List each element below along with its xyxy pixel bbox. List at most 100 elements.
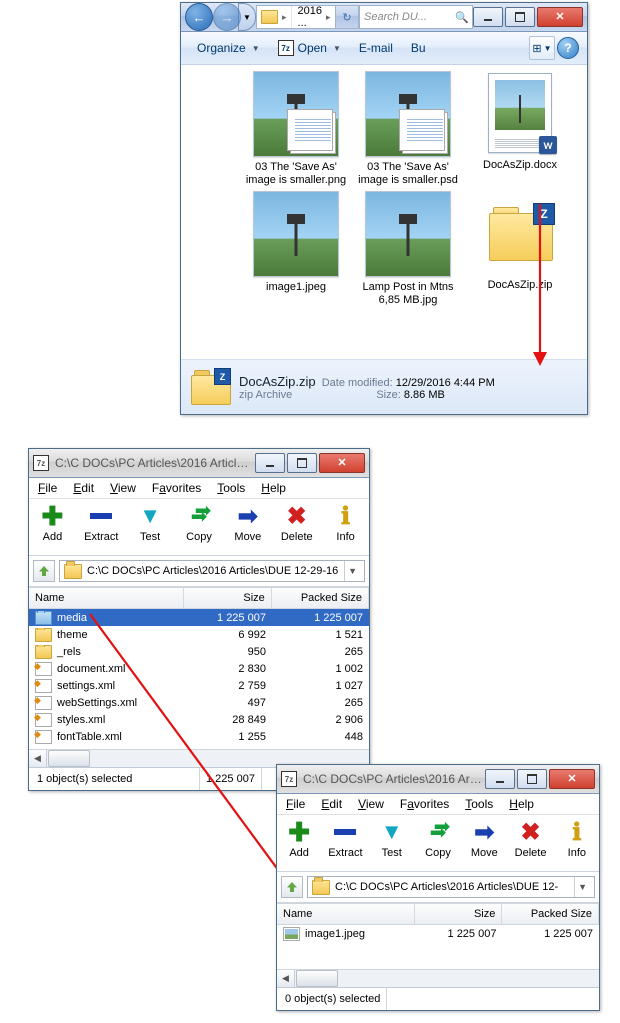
path-dropdown-icon[interactable]: ▼ bbox=[574, 877, 590, 897]
menu-help[interactable]: Help bbox=[502, 795, 541, 813]
modified-label: Date modified: bbox=[322, 377, 393, 389]
nav-forward-button[interactable]: → bbox=[213, 3, 241, 31]
close-button[interactable] bbox=[537, 7, 583, 27]
col-size[interactable]: Size bbox=[415, 904, 503, 924]
col-name[interactable]: Name bbox=[29, 588, 184, 608]
extract-button[interactable]: Extract bbox=[80, 503, 123, 543]
file-label: image1.jpeg bbox=[266, 281, 326, 293]
menu-tools[interactable]: Tools bbox=[210, 479, 252, 497]
col-packed[interactable]: Packed Size bbox=[272, 588, 369, 608]
move-button[interactable]: Move bbox=[464, 819, 504, 859]
menu-help[interactable]: Help bbox=[254, 479, 293, 497]
delete-button[interactable]: Delete bbox=[275, 503, 318, 543]
help-button[interactable]: ? bbox=[557, 37, 579, 59]
view-options-button[interactable]: ⊞▼ bbox=[529, 36, 555, 60]
maximize-button[interactable] bbox=[287, 453, 317, 473]
explorer-titlebar[interactable]: ← → ▼ ▸ 2016 ...▸ DUE 12-29-16 PC\▾ ↻ Se… bbox=[181, 3, 587, 32]
copy-button[interactable]: Copy bbox=[178, 503, 221, 543]
word-icon: W bbox=[539, 136, 557, 154]
menu-file[interactable]: File bbox=[279, 795, 312, 813]
test-button[interactable]: Test bbox=[372, 819, 412, 859]
col-name[interactable]: Name bbox=[277, 904, 415, 924]
xml-file-icon bbox=[35, 679, 52, 693]
horizontal-scrollbar[interactable]: ◀ bbox=[277, 969, 599, 987]
menu-view[interactable]: View bbox=[103, 479, 143, 497]
search-input[interactable]: Search DU... 🔍 bbox=[359, 5, 473, 29]
add-button[interactable]: Add bbox=[31, 503, 74, 543]
file-item[interactable]: W DocAsZip.docx bbox=[467, 71, 573, 187]
window-title: C:\C DOCs\PC Articles\2016 Articles\D... bbox=[55, 456, 255, 470]
file-item[interactable]: Z DocAsZip.zip bbox=[467, 191, 573, 307]
7zip-a-titlebar[interactable]: 7z C:\C DOCs\PC Articles\2016 Articles\D… bbox=[29, 449, 369, 478]
menu-tools[interactable]: Tools bbox=[458, 795, 500, 813]
menu-favorites[interactable]: Favorites bbox=[393, 795, 456, 813]
status-selected-count: 0 object(s) selected bbox=[279, 988, 387, 1010]
7zip-a-list-header: Name Size Packed Size bbox=[29, 587, 369, 609]
scroll-left[interactable]: ◀ bbox=[29, 750, 47, 767]
7zip-b-list[interactable]: image1.jpeg1 225 0071 225 007 bbox=[277, 925, 599, 969]
7zip-a-menubar: File Edit View Favorites Tools Help bbox=[29, 478, 369, 499]
path-input[interactable]: C:\C DOCs\PC Articles\2016 Articles\DUE … bbox=[59, 560, 365, 582]
minimize-button[interactable] bbox=[255, 453, 285, 473]
extract-icon bbox=[329, 819, 361, 845]
maximize-button[interactable] bbox=[505, 7, 535, 27]
7zip-b-list-header: Name Size Packed Size bbox=[277, 903, 599, 925]
info-icon bbox=[330, 503, 362, 529]
menu-edit[interactable]: Edit bbox=[66, 479, 101, 497]
open-button[interactable]: 7zOpen▼ bbox=[270, 36, 349, 60]
test-icon bbox=[376, 819, 408, 845]
refresh-button[interactable]: ↻ bbox=[336, 5, 359, 29]
path-input[interactable]: C:\C DOCs\PC Articles\2016 Articles\DUE … bbox=[307, 876, 595, 898]
col-packed[interactable]: Packed Size bbox=[502, 904, 599, 924]
scroll-left[interactable]: ◀ bbox=[277, 970, 295, 987]
breadcrumb-folder-icon[interactable]: ▸ bbox=[257, 6, 292, 28]
menu-favorites[interactable]: Favorites bbox=[145, 479, 208, 497]
info-button[interactable]: Info bbox=[557, 819, 597, 859]
add-button[interactable]: Add bbox=[279, 819, 319, 859]
file-item[interactable]: 03 The 'Save As' image is smaller.psd bbox=[355, 71, 461, 187]
xml-file-icon bbox=[35, 713, 52, 727]
nav-back-button[interactable]: ← bbox=[185, 3, 213, 31]
up-folder-button[interactable] bbox=[33, 560, 55, 582]
file-icon-area[interactable]: 03 The 'Save As' image is smaller.png 03… bbox=[181, 65, 587, 359]
email-button[interactable]: E-mail bbox=[351, 37, 401, 59]
item-packed: 1 225 007 bbox=[502, 928, 599, 940]
layered-image-icon bbox=[402, 112, 448, 154]
info-icon bbox=[561, 819, 593, 845]
type-label: zip Archive bbox=[239, 389, 292, 401]
7zip-b-path-row: C:\C DOCs\PC Articles\2016 Articles\DUE … bbox=[277, 872, 599, 903]
minimize-button[interactable] bbox=[473, 7, 503, 27]
menu-edit[interactable]: Edit bbox=[314, 795, 349, 813]
menu-view[interactable]: View bbox=[351, 795, 391, 813]
breadcrumb-bar[interactable]: ▸ 2016 ...▸ DUE 12-29-16 PC\▾ bbox=[256, 5, 336, 29]
list-row[interactable]: image1.jpeg1 225 0071 225 007 bbox=[277, 925, 599, 942]
info-button[interactable]: Info bbox=[324, 503, 367, 543]
up-folder-button[interactable] bbox=[281, 876, 303, 898]
extract-button[interactable]: Extract bbox=[325, 819, 365, 859]
file-item[interactable]: image1.jpeg bbox=[243, 191, 349, 307]
scroll-thumb[interactable] bbox=[296, 970, 338, 987]
col-size[interactable]: Size bbox=[184, 588, 272, 608]
delete-button[interactable]: Delete bbox=[510, 819, 550, 859]
close-button[interactable] bbox=[549, 769, 595, 789]
file-item[interactable]: 03 The 'Save As' image is smaller.png bbox=[243, 71, 349, 187]
7zip-b-titlebar[interactable]: 7z C:\C DOCs\PC Articles\2016 Articl... bbox=[277, 765, 599, 794]
minimize-button[interactable] bbox=[485, 769, 515, 789]
item-name: image1.jpeg bbox=[305, 928, 365, 940]
close-button[interactable] bbox=[319, 453, 365, 473]
add-icon bbox=[36, 503, 68, 529]
move-button[interactable]: Move bbox=[226, 503, 269, 543]
burn-button[interactable]: Bu bbox=[403, 37, 434, 59]
path-dropdown-icon[interactable]: ▼ bbox=[344, 561, 360, 581]
test-button[interactable]: Test bbox=[129, 503, 172, 543]
copy-button[interactable]: Copy bbox=[418, 819, 458, 859]
maximize-button[interactable] bbox=[517, 769, 547, 789]
extract-icon bbox=[85, 503, 117, 529]
window-title: C:\C DOCs\PC Articles\2016 Articl... bbox=[303, 772, 485, 786]
file-item[interactable]: Lamp Post in Mtns 6,85 MB.jpg bbox=[355, 191, 461, 307]
organize-button[interactable]: Organize▼ bbox=[189, 37, 268, 59]
7zip-a-path-row: C:\C DOCs\PC Articles\2016 Articles\DUE … bbox=[29, 556, 369, 587]
breadcrumb-1[interactable]: 2016 ...▸ bbox=[292, 6, 336, 28]
move-icon bbox=[232, 503, 264, 529]
menu-file[interactable]: File bbox=[31, 479, 64, 497]
